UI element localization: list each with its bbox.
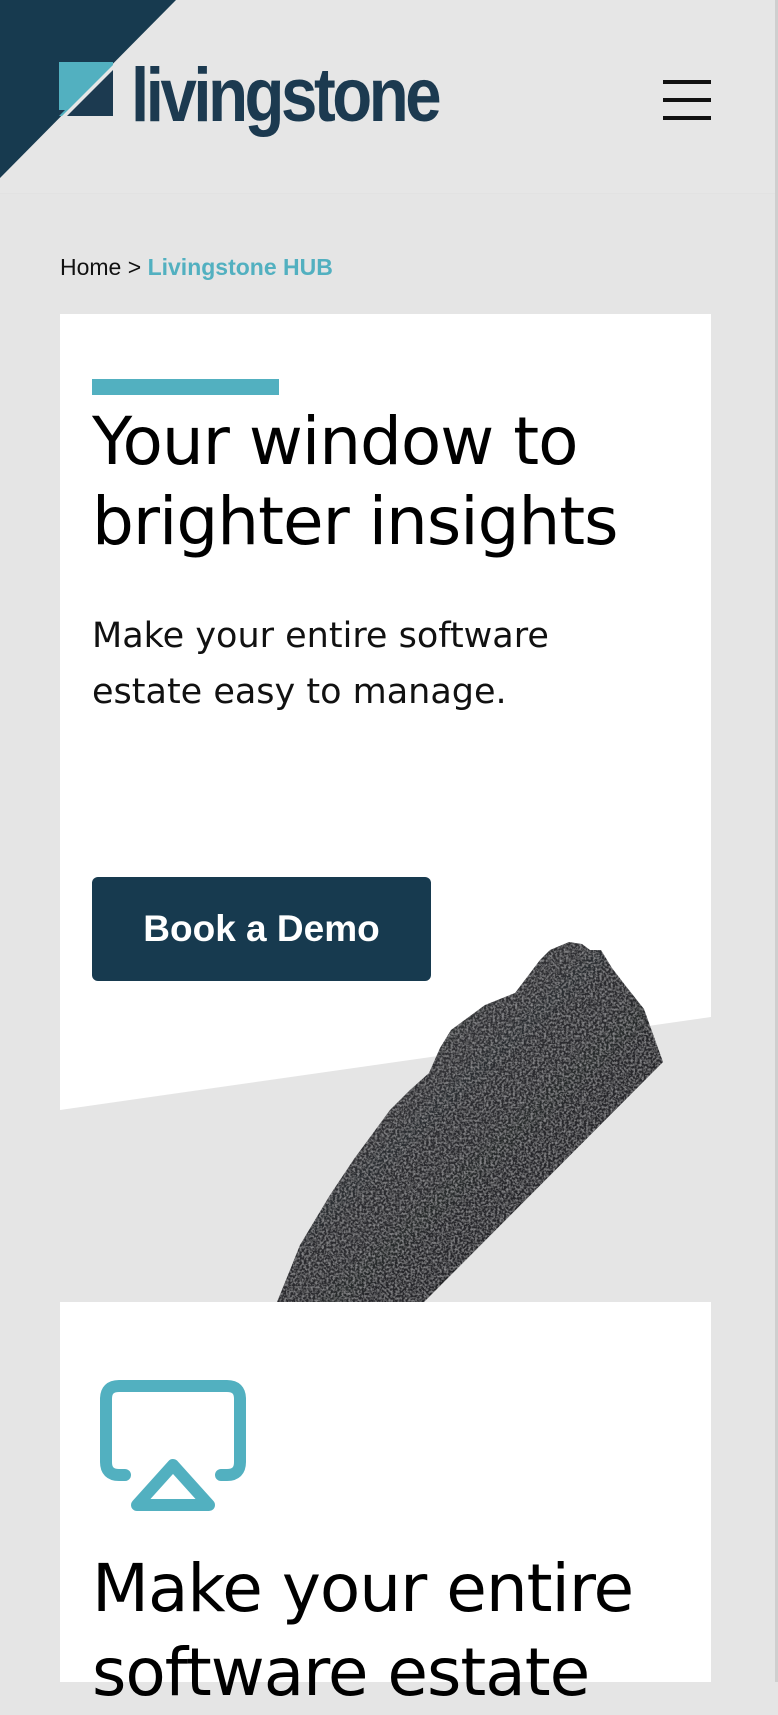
- breadcrumb-current: Livingstone HUB: [147, 254, 333, 280]
- feature-card: Make your entire software estate: [60, 1302, 711, 1711]
- breadcrumb-home[interactable]: Home: [60, 254, 121, 280]
- hero-subtitle-line2: estate easy to manage.: [92, 672, 507, 712]
- feature-title-line2: software estate: [92, 1634, 590, 1711]
- feature-title: Make your entire software estate: [92, 1547, 634, 1715]
- feature-title-line1: Make your entire: [92, 1550, 634, 1627]
- hero-title-line1: Your window to: [92, 403, 579, 480]
- book-demo-button[interactable]: Book a Demo: [92, 877, 431, 981]
- logo-text: livingstone: [131, 53, 442, 138]
- airplay-screen-icon: [100, 1380, 246, 1511]
- hero-card: Your window to brighter insights Make yo…: [60, 314, 711, 1110]
- logo-mark-icon: [59, 62, 113, 116]
- hamburger-menu-icon[interactable]: [663, 80, 711, 122]
- site-header: livingstone: [0, 0, 775, 194]
- logo[interactable]: livingstone: [59, 53, 442, 138]
- hero-subtitle-line1: Make your entire software: [92, 616, 549, 656]
- accent-bar: [92, 379, 279, 395]
- hero-title-line2: brighter insights: [92, 483, 619, 560]
- breadcrumb: Home > Livingstone HUB: [60, 254, 333, 281]
- hero-title: Your window to brighter insights: [92, 402, 619, 562]
- breadcrumb-separator: >: [127, 254, 142, 280]
- hero-subtitle: Make your entire software estate easy to…: [92, 608, 549, 720]
